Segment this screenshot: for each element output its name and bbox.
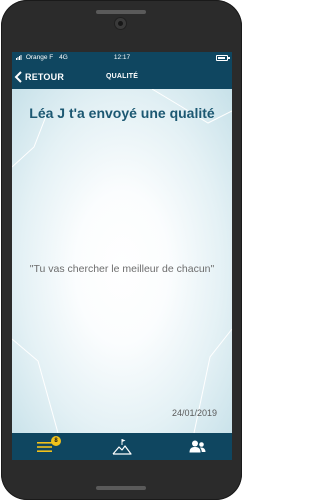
app-screen: Orange F 4G 12:17 QUALITÉ RETOUR Léa J t…: [12, 52, 232, 460]
top-speaker: [96, 10, 146, 14]
nav-bar: QUALITÉ RETOUR: [12, 64, 232, 89]
tab-menu[interactable]: 8: [32, 433, 62, 460]
notification-badge: 8: [51, 436, 61, 446]
back-button[interactable]: RETOUR: [14, 66, 64, 87]
hamburger-menu-icon: [37, 442, 52, 452]
bottom-tab-bar: 8: [12, 433, 232, 460]
chevron-left-icon: [14, 70, 22, 83]
headline: Léa J t'a envoyé une qualité: [29, 105, 215, 121]
sent-date: 24/01/2019: [171, 408, 217, 418]
phone-frame: Orange F 4G 12:17 QUALITÉ RETOUR Léa J t…: [1, 0, 242, 500]
front-camera: [114, 17, 127, 30]
battery-icon: [216, 55, 230, 61]
team-people-icon: [189, 440, 206, 453]
back-label: RETOUR: [25, 71, 65, 82]
tab-mountain[interactable]: [108, 433, 136, 460]
tab-team[interactable]: [184, 433, 212, 460]
message-card: Léa J t'a envoyé une qualité "Tu vas che…: [12, 89, 232, 433]
status-time: 12:17: [113, 54, 131, 61]
quality-quote: "Tu vas chercher le meilleur de chacun": [29, 263, 215, 275]
status-bar: Orange F 4G 12:17: [12, 52, 232, 64]
mountain-flag-icon: [112, 439, 132, 455]
bottom-speaker: [96, 486, 146, 490]
